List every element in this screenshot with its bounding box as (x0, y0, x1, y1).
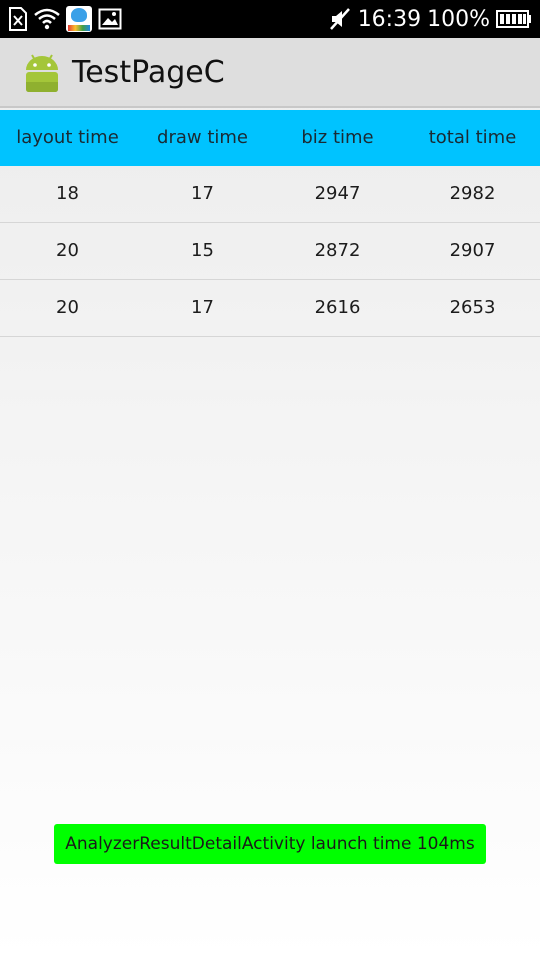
mute-icon (328, 7, 352, 31)
gallery-icon (98, 8, 122, 30)
status-bar-notifications (8, 5, 122, 33)
table-header: layout time draw time biz time total tim… (0, 110, 540, 166)
toast-message: AnalyzerResultDetailActivity launch time… (54, 824, 486, 864)
wifi-icon (34, 8, 60, 30)
page-title: TestPageC (72, 55, 225, 90)
battery-percent: 100% (427, 6, 490, 32)
cell-biz-time: 2872 (314, 240, 361, 261)
cell-biz-time: 2947 (314, 183, 361, 204)
status-bar: 16:39 100% (0, 0, 540, 38)
sim-missing-icon (8, 7, 28, 31)
cell-total-time: 2982 (449, 183, 496, 204)
column-header-draw-time: draw time (157, 127, 248, 148)
cell-draw-time: 15 (191, 240, 214, 261)
table-row[interactable]: 20 17 2616 2653 (0, 280, 540, 337)
status-bar-system: 16:39 100% (328, 0, 532, 38)
column-header-biz-time: biz time (301, 127, 374, 148)
cell-draw-time: 17 (191, 183, 214, 204)
app-notification-icon (66, 6, 92, 32)
table-body: 18 17 2947 2982 20 15 2872 2907 20 17 26… (0, 166, 540, 337)
cell-total-time: 2907 (449, 240, 496, 261)
table-row[interactable]: 20 15 2872 2907 (0, 223, 540, 280)
cell-biz-time: 2616 (314, 297, 361, 318)
cell-layout-time: 20 (56, 297, 79, 318)
android-icon[interactable] (22, 52, 62, 94)
cell-draw-time: 17 (191, 297, 214, 318)
column-header-total-time: total time (428, 127, 517, 148)
action-bar: TestPageC (0, 38, 540, 108)
column-header-layout-time: layout time (16, 127, 119, 148)
cell-layout-time: 18 (56, 183, 79, 204)
cell-total-time: 2653 (449, 297, 496, 318)
table-row[interactable]: 18 17 2947 2982 (0, 166, 540, 223)
cell-layout-time: 20 (56, 240, 79, 261)
clock: 16:39 (357, 6, 422, 32)
battery-icon (496, 9, 532, 29)
